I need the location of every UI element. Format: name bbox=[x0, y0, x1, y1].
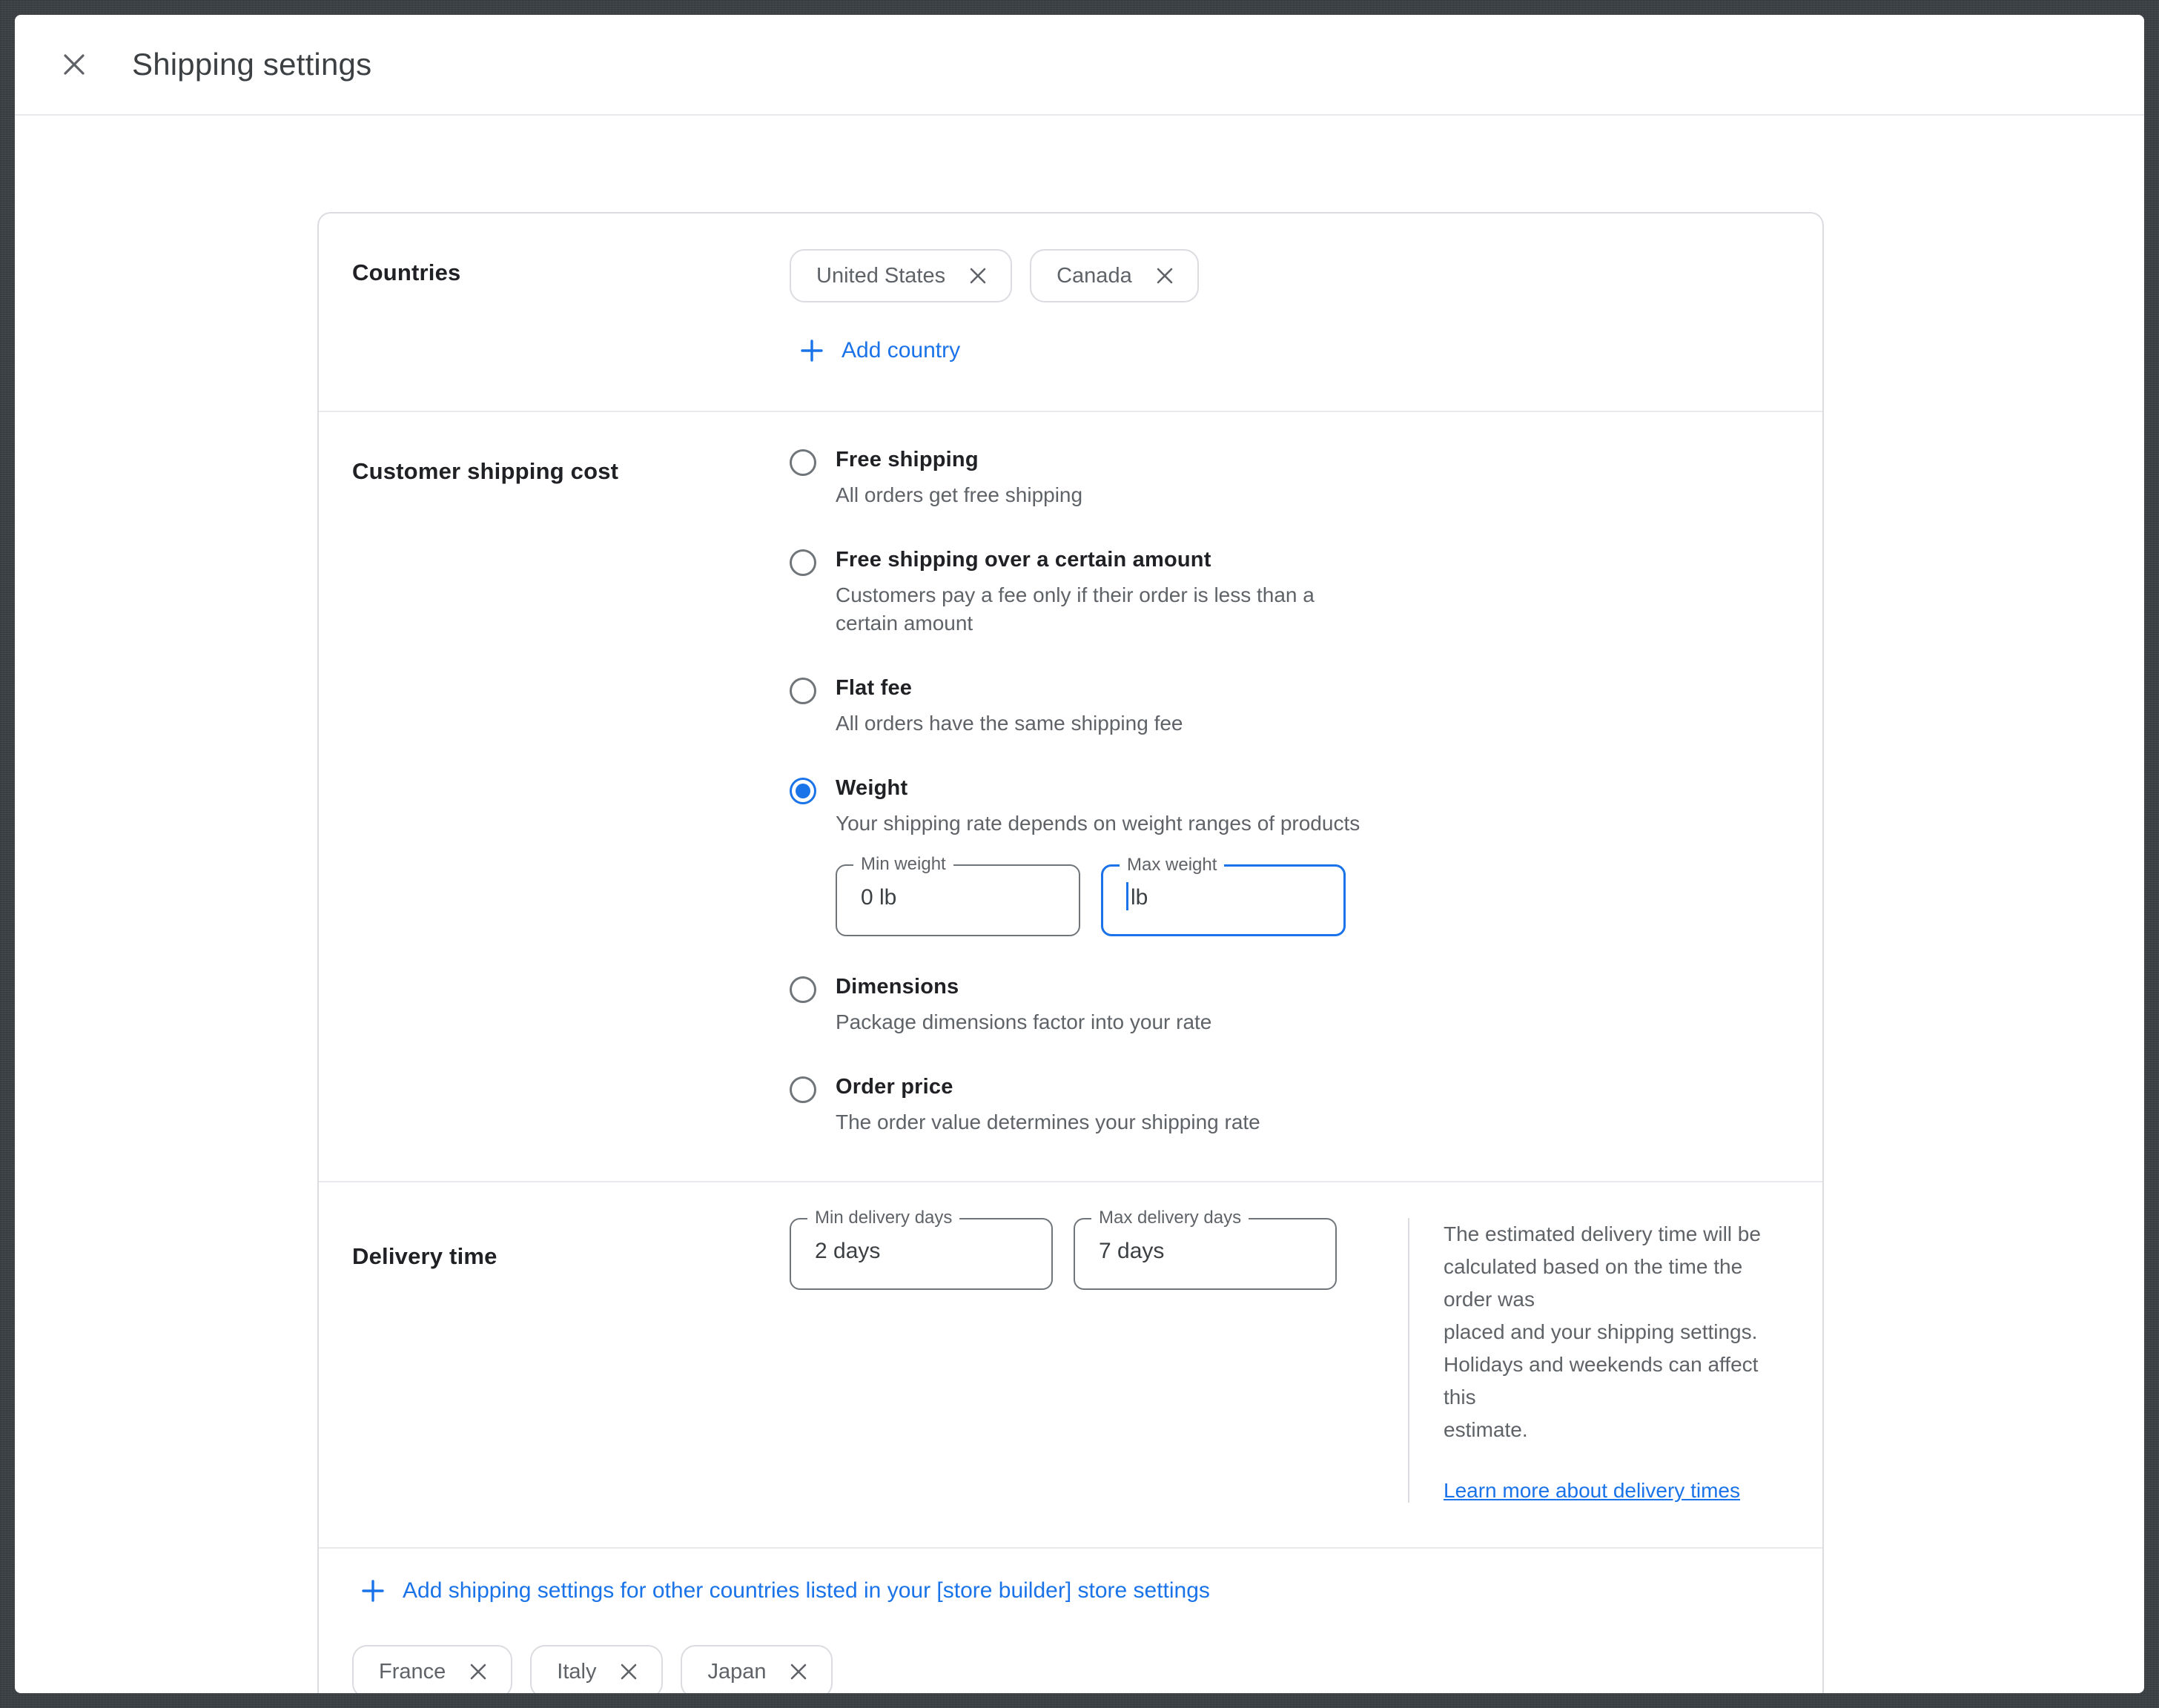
countries-content: United States Canada bbox=[790, 249, 1199, 366]
option-text: Flat fee All orders have the same shippi… bbox=[836, 676, 1183, 738]
shipping-cost-label: Customer shipping cost bbox=[352, 448, 790, 1136]
chip-remove-icon[interactable] bbox=[618, 1661, 639, 1682]
settings-card: Countries United States Canada bbox=[317, 212, 1824, 1693]
option-description: Customers pay a fee only if their order … bbox=[836, 581, 1315, 638]
chip-label: Canada bbox=[1057, 264, 1132, 288]
max-delivery-days-value: 7 days bbox=[1099, 1239, 1164, 1264]
option-order-price: Order price The order value determines y… bbox=[790, 1075, 1360, 1136]
shipping-cost-section: Customer shipping cost Free shipping All… bbox=[319, 412, 1822, 1182]
screenshot-frame: Shipping settings Countries United State… bbox=[0, 0, 2159, 1708]
add-country-link[interactable]: Add country bbox=[800, 338, 960, 363]
chip-remove-icon[interactable] bbox=[968, 265, 988, 286]
radio-dot bbox=[796, 784, 810, 798]
min-weight-field-value: 0 lb bbox=[861, 885, 896, 910]
radio-weight[interactable] bbox=[790, 778, 816, 804]
dialog-body: Countries United States Canada bbox=[15, 116, 2144, 1693]
option-title: Dimensions bbox=[836, 975, 1211, 999]
other-countries-chip-row: France Italy Japan bbox=[352, 1645, 1785, 1693]
option-description: Package dimensions factor into your rate bbox=[836, 1008, 1211, 1036]
delivery-fields-row: Min delivery days 2 days Max delivery da… bbox=[790, 1218, 1337, 1503]
other-countries-section: Add shipping settings for other countrie… bbox=[319, 1549, 1822, 1693]
shipping-cost-options: Free shipping All orders get free shippi… bbox=[790, 448, 1360, 1136]
text-cursor bbox=[1126, 882, 1128, 910]
option-flat-fee: Flat fee All orders have the same shippi… bbox=[790, 676, 1360, 738]
country-chip-italy: Italy bbox=[530, 1645, 663, 1693]
radio-free-shipping[interactable] bbox=[790, 449, 816, 476]
chip-remove-icon[interactable] bbox=[1154, 265, 1175, 286]
option-title: Flat fee bbox=[836, 676, 1183, 701]
min-delivery-days-label: Min delivery days bbox=[807, 1208, 959, 1228]
close-icon bbox=[60, 50, 88, 79]
plus-icon bbox=[361, 1579, 385, 1603]
plus-icon bbox=[800, 339, 824, 363]
option-text: Free shipping over a certain amount Cust… bbox=[836, 548, 1315, 638]
option-text: Order price The order value determines y… bbox=[836, 1075, 1260, 1136]
option-text: Free shipping All orders get free shippi… bbox=[836, 448, 1082, 509]
min-delivery-days-value: 2 days bbox=[815, 1239, 880, 1264]
option-free-shipping-over-amount: Free shipping over a certain amount Cust… bbox=[790, 548, 1360, 638]
country-chip-united-states: United States bbox=[790, 249, 1012, 302]
radio-dimensions[interactable] bbox=[790, 976, 816, 1003]
countries-chip-row: United States Canada bbox=[790, 249, 1199, 302]
min-weight-field[interactable]: Min weight 0 lb bbox=[836, 864, 1080, 936]
delivery-time-section: Delivery time Min delivery days 2 days M… bbox=[319, 1182, 1822, 1549]
chip-label: France bbox=[379, 1660, 446, 1684]
delivery-help-panel: The estimated delivery time will be calc… bbox=[1408, 1218, 1785, 1503]
countries-section: Countries United States Canada bbox=[319, 214, 1822, 412]
max-weight-field-value: lb bbox=[1131, 885, 1148, 910]
option-free-shipping: Free shipping All orders get free shippi… bbox=[790, 448, 1360, 509]
max-delivery-days-field[interactable]: Max delivery days 7 days bbox=[1074, 1218, 1337, 1290]
option-title: Weight bbox=[836, 776, 1360, 801]
option-description: The order value determines your shipping… bbox=[836, 1108, 1260, 1136]
option-dimensions: Dimensions Package dimensions factor int… bbox=[790, 975, 1360, 1036]
option-text: Weight Your shipping rate depends on wei… bbox=[836, 776, 1360, 936]
add-other-countries-label: Add shipping settings for other countrie… bbox=[403, 1578, 1210, 1603]
option-description: All orders get free shipping bbox=[836, 481, 1082, 509]
option-title: Free shipping bbox=[836, 448, 1082, 472]
max-delivery-days-label: Max delivery days bbox=[1091, 1208, 1249, 1228]
chip-remove-icon[interactable] bbox=[468, 1661, 489, 1682]
chip-remove-icon[interactable] bbox=[788, 1661, 809, 1682]
delivery-help-link[interactable]: Learn more about delivery times bbox=[1444, 1479, 1740, 1503]
min-weight-field-label: Min weight bbox=[853, 854, 953, 875]
option-weight: Weight Your shipping rate depends on wei… bbox=[790, 776, 1360, 936]
chip-label: Italy bbox=[557, 1660, 596, 1684]
max-weight-field[interactable]: Max weight lb bbox=[1101, 864, 1346, 936]
close-button[interactable] bbox=[58, 48, 90, 81]
delivery-time-label: Delivery time bbox=[352, 1218, 790, 1503]
country-chip-canada: Canada bbox=[1030, 249, 1199, 302]
option-text: Dimensions Package dimensions factor int… bbox=[836, 975, 1211, 1036]
chip-label: United States bbox=[816, 264, 945, 288]
radio-flat-fee[interactable] bbox=[790, 678, 816, 704]
page-title: Shipping settings bbox=[132, 47, 371, 82]
country-chip-japan: Japan bbox=[681, 1645, 833, 1693]
add-other-countries-link[interactable]: Add shipping settings for other countrie… bbox=[361, 1578, 1785, 1603]
option-title: Free shipping over a certain amount bbox=[836, 548, 1315, 572]
add-country-label: Add country bbox=[842, 338, 960, 363]
option-title: Order price bbox=[836, 1075, 1260, 1099]
max-weight-field-label: Max weight bbox=[1120, 855, 1224, 875]
country-chip-france: France bbox=[352, 1645, 512, 1693]
option-description: Your shipping rate depends on weight ran… bbox=[836, 810, 1360, 838]
shipping-settings-dialog: Shipping settings Countries United State… bbox=[15, 15, 2144, 1693]
radio-free-shipping-over-amount[interactable] bbox=[790, 549, 816, 576]
delivery-help-text: The estimated delivery time will be calc… bbox=[1444, 1218, 1785, 1446]
countries-label: Countries bbox=[352, 249, 790, 366]
radio-order-price[interactable] bbox=[790, 1076, 816, 1103]
min-delivery-days-field[interactable]: Min delivery days 2 days bbox=[790, 1218, 1053, 1290]
weight-fields-row: Min weight 0 lb Max weight lb bbox=[836, 864, 1360, 936]
option-description: All orders have the same shipping fee bbox=[836, 709, 1183, 738]
dialog-header: Shipping settings bbox=[15, 15, 2144, 116]
chip-label: Japan bbox=[707, 1660, 766, 1684]
